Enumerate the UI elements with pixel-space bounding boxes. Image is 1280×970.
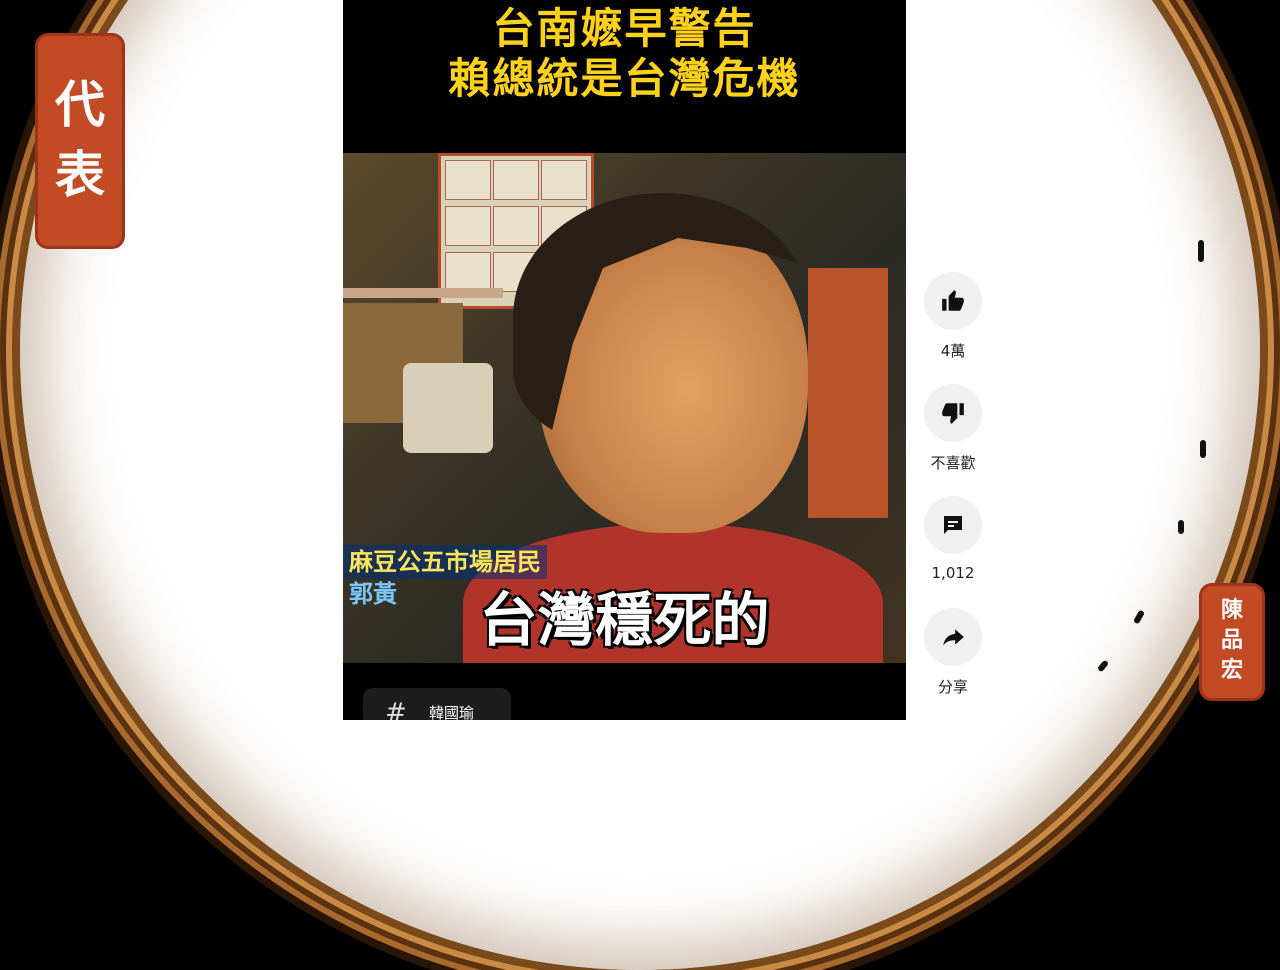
hashtag-icon: #	[385, 698, 407, 720]
video-player[interactable]: 台南嬷早警告 賴總統是台灣危機 麻豆公五市場居民 郭黃 台灣穩死的 # 韓國瑜	[343, 0, 906, 720]
lower-third-title: 麻豆公五市場居民	[343, 545, 547, 579]
seal-right-char-2: 品	[1220, 628, 1243, 653]
headline-line-2: 賴總統是台灣危機	[448, 54, 801, 103]
thumbs-down-icon	[942, 403, 964, 424]
frame-deco	[1200, 440, 1206, 458]
hashtag-label: 韓國瑜	[429, 704, 475, 720]
comment-action[interactable]: 1,012	[918, 496, 988, 582]
dislike-label: 不喜歡	[930, 454, 976, 472]
frame-deco	[1178, 520, 1184, 534]
video-subtitle: 台灣穩死的	[479, 586, 770, 654]
seal-right-char-1: 陳	[1220, 598, 1243, 623]
dislike-button[interactable]	[924, 384, 982, 442]
like-button[interactable]	[924, 272, 982, 330]
seal-stamp-right: 陳 品 宏	[1202, 586, 1262, 698]
seal-right-char-3: 宏	[1220, 658, 1243, 683]
like-count: 4萬	[940, 342, 966, 360]
share-arrow-icon	[943, 629, 964, 646]
red-book	[808, 268, 888, 518]
headline-line-1: 台南嬷早警告	[492, 4, 757, 53]
comment-button[interactable]	[924, 496, 982, 554]
share-button[interactable]	[924, 608, 982, 666]
shelf	[343, 288, 503, 298]
video-headline: 台南嬷早警告 賴總統是台灣危機	[343, 4, 906, 104]
comment-icon	[944, 516, 962, 534]
thumbs-up-icon	[942, 290, 964, 311]
seal-left-char-1: 代	[55, 76, 105, 134]
seal-left-char-2: 表	[55, 146, 105, 204]
hashtag-chip[interactable]: # 韓國瑜	[363, 688, 511, 720]
comment-count: 1,012	[931, 564, 975, 582]
seal-stamp-left: 代 表	[38, 36, 122, 246]
dislike-action[interactable]: 不喜歡	[918, 384, 988, 473]
frame-deco	[1198, 240, 1204, 262]
share-action[interactable]: 分享	[918, 608, 988, 697]
bottles	[403, 363, 493, 453]
like-action[interactable]: 4萬	[918, 272, 988, 361]
video-frame-image: 麻豆公五市場居民 郭黃 台灣穩死的	[343, 153, 906, 663]
share-label: 分享	[937, 678, 968, 696]
